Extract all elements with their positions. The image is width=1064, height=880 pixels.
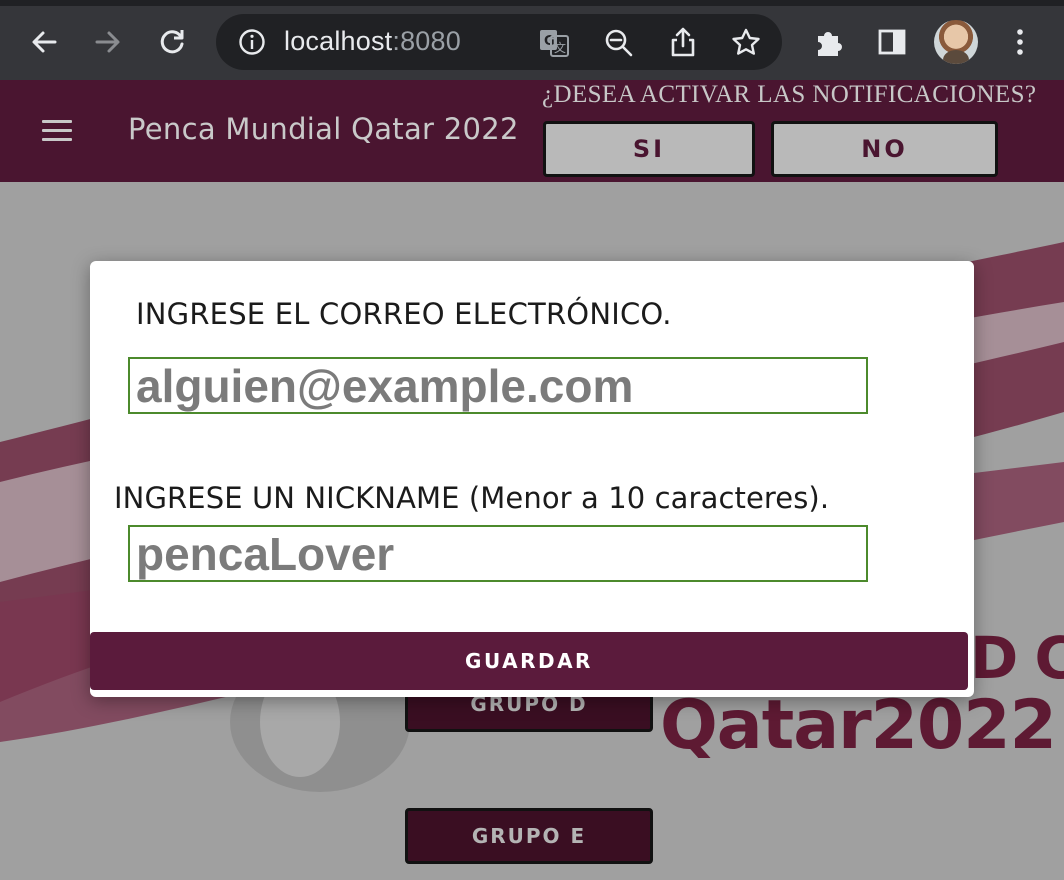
profile-avatar[interactable] (934, 20, 978, 64)
bookmark-star-icon[interactable] (730, 27, 762, 59)
email-label: INGRESE EL CORREO ELECTRÓNICO. (136, 297, 672, 331)
app-header: Penca Mundial Qatar 2022 ¿DESEA ACTIVAR … (0, 80, 1064, 182)
svg-text:文: 文 (554, 40, 566, 55)
group-e-button[interactable]: GRUPO E (405, 808, 653, 864)
email-field[interactable] (128, 357, 868, 414)
save-button[interactable]: GUARDAR (90, 632, 968, 690)
zoom-out-icon[interactable] (604, 28, 634, 58)
notification-prompt: ¿DESEA ACTIVAR LAS NOTIFICACIONES? (542, 81, 1037, 108)
address-bar[interactable]: localhost:8080 G文 (216, 14, 782, 70)
url-port: :8080 (392, 26, 461, 56)
forward-arrow-icon[interactable] (88, 22, 128, 62)
notifications-yes-button[interactable]: SI (543, 121, 755, 177)
back-arrow-icon[interactable] (24, 22, 64, 62)
browser-toolbar: localhost:8080 G文 (0, 0, 1064, 80)
registration-dialog: INGRESE EL CORREO ELECTRÓNICO. INGRESE U… (90, 261, 974, 697)
site-info-icon[interactable] (238, 28, 266, 56)
nickname-field[interactable] (128, 525, 868, 582)
url-host: localhost (284, 26, 393, 56)
side-panel-icon[interactable] (872, 22, 912, 62)
reload-icon[interactable] (152, 22, 192, 62)
notifications-no-button[interactable]: NO (771, 121, 998, 177)
more-menu-icon[interactable] (1000, 22, 1040, 62)
hamburger-menu-icon[interactable] (40, 118, 74, 144)
tab-strip (0, 0, 1064, 6)
share-icon[interactable] (668, 26, 698, 58)
qatar-2022-wordmark: Qatar2022 (660, 686, 1057, 765)
extensions-icon[interactable] (808, 22, 848, 62)
translate-icon[interactable]: G文 (538, 27, 570, 59)
app-title: Penca Mundial Qatar 2022 (128, 112, 519, 146)
url-text[interactable]: localhost:8080 (284, 26, 461, 57)
nickname-label: INGRESE UN NICKNAME (Menor a 10 caracter… (114, 481, 830, 515)
